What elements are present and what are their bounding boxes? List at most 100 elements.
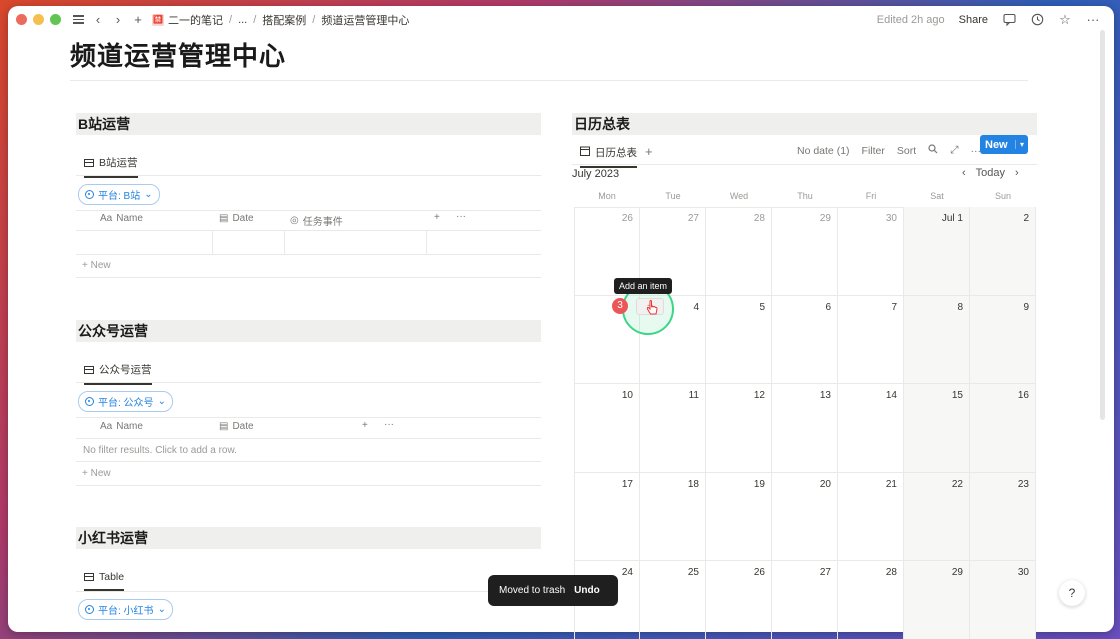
calendar-day-cell[interactable]: 23 (970, 472, 1036, 561)
minimize-window-button[interactable] (33, 14, 44, 25)
calendar-day-cell[interactable]: 28 (838, 561, 904, 639)
chevron-down-icon: ⌄ (157, 604, 166, 615)
column-name[interactable]: Aa Name (100, 421, 143, 432)
plus-icon[interactable]: + (132, 12, 144, 27)
calendar-day-cell[interactable]: 19 (706, 472, 772, 561)
table-top-line (76, 210, 541, 211)
back-icon[interactable]: ‹ (92, 12, 104, 27)
status-icon (85, 605, 94, 614)
breadcrumb-item-current[interactable]: 频道运营管理中心 (321, 12, 409, 28)
today-date-badge: 3 (612, 298, 628, 314)
calendar-day-cell[interactable]: 6 (772, 295, 838, 384)
add-column-button[interactable]: + (434, 212, 440, 223)
search-icon[interactable] (928, 144, 938, 157)
next-month-icon[interactable]: › (1015, 167, 1019, 179)
calendar-day-cell[interactable]: 28 (706, 207, 772, 296)
calendar-day-cell[interactable]: 30 (970, 561, 1036, 639)
calendar-day-cell[interactable]: 25 (640, 561, 706, 639)
calendar-day-cell[interactable]: 14 (838, 384, 904, 473)
calendar-day-cell[interactable]: 2 (970, 207, 1036, 296)
toast-message: Moved to trash (499, 585, 566, 596)
tab-divider (572, 164, 1037, 165)
calendar-day-cell[interactable]: 22 (904, 472, 970, 561)
calendar-day-cell[interactable]: 27 (772, 561, 838, 639)
no-date-button[interactable]: No date (1) (797, 145, 850, 157)
title-divider (70, 80, 1028, 81)
tab-label: 日历总表 (595, 147, 637, 159)
status-icon (85, 190, 94, 199)
calendar-day-cell[interactable]: 26 (706, 561, 772, 639)
calendar-day-cell[interactable]: 10 (574, 384, 640, 473)
favorite-star-icon[interactable]: ☆ (1058, 12, 1072, 27)
calendar-day-cell[interactable]: 30 (838, 207, 904, 296)
close-window-button[interactable] (16, 14, 27, 25)
new-button-label: New (985, 138, 1008, 151)
column-options-button[interactable]: ··· (384, 419, 394, 430)
add-column-button[interactable]: + (362, 420, 368, 431)
calendar-day-cell[interactable]: 18 (640, 472, 706, 561)
calendar-day-cell[interactable]: Jul 1 (904, 207, 970, 296)
xhs-filter-pill[interactable]: 平台: 小红书 ⌄ (78, 599, 173, 620)
calendar-day-cell[interactable]: 8 (904, 295, 970, 384)
gzh-new-row-button[interactable]: + New (82, 468, 111, 479)
comment-icon[interactable] (1002, 13, 1016, 27)
bili-filter-pill[interactable]: 平台: B站 ⌄ (78, 184, 160, 205)
calendar-day-cell[interactable]: 29 (904, 561, 970, 639)
breadcrumb: 🈲 二一的笔记 / ... / 搭配案例 / 频道运营管理中心 (152, 12, 409, 28)
more-icon[interactable]: ··· (1086, 12, 1100, 27)
column-options-button[interactable]: ··· (456, 211, 466, 222)
breadcrumb-item-cases[interactable]: 搭配案例 (262, 12, 306, 28)
filter-label: 平台: 小红书 (98, 606, 154, 617)
calendar-day-cell[interactable]: 16 (970, 384, 1036, 473)
column-date[interactable]: ▤ Date (219, 421, 254, 432)
col-divider (426, 230, 427, 254)
forward-icon[interactable]: › (112, 12, 124, 27)
calendar-day-cell[interactable]: 5 (706, 295, 772, 384)
breadcrumb-separator: / (229, 13, 233, 26)
row-line (76, 461, 541, 462)
calendar-day-cell[interactable]: 29 (772, 207, 838, 296)
table-icon (84, 573, 94, 581)
calendar-day-cell[interactable]: 12 (706, 384, 772, 473)
tab-xhs-table[interactable]: Table (84, 571, 125, 591)
gzh-section-heading: 公众号运营 (76, 320, 541, 342)
titlebar-actions: Edited 2h ago Share ☆ ··· (877, 6, 1100, 33)
column-date[interactable]: ▤ Date (219, 213, 254, 224)
page-emoji-icon: 🈲 (152, 13, 164, 26)
undo-button[interactable]: Undo (574, 585, 600, 596)
history-icon[interactable] (1030, 13, 1044, 27)
add-view-button[interactable]: + (645, 144, 653, 159)
zoom-window-button[interactable] (50, 14, 61, 25)
bili-new-row-button[interactable]: + New (82, 260, 111, 271)
calendar-day-cell[interactable]: 21 (838, 472, 904, 561)
calendar-day-cell[interactable]: 11 (640, 384, 706, 473)
prev-month-icon[interactable]: ‹ (962, 167, 966, 179)
today-button[interactable]: Today (976, 167, 1005, 179)
calendar-day-cell[interactable]: 20 (772, 472, 838, 561)
chevron-down-icon[interactable]: ▾ (1015, 140, 1028, 149)
sidebar-menu-icon[interactable] (73, 15, 84, 24)
calendar-toolbar: No date (1) Filter Sort ⤢ ··· (797, 144, 981, 157)
add-item-tooltip: Add an item (614, 278, 673, 294)
share-button[interactable]: Share (959, 14, 988, 26)
expand-icon[interactable]: ⤢ (950, 144, 958, 157)
calendar-day-cell[interactable]: 7 (838, 295, 904, 384)
gzh-filter-pill[interactable]: 平台: 公众号 ⌄ (78, 391, 173, 412)
titlebar: ‹ › + 🈲 二一的笔记 / ... / 搭配案例 / 频道运营管理中心 Ed… (8, 6, 1114, 33)
breadcrumb-item-notes[interactable]: 二一的笔记 (168, 12, 223, 28)
calendar-day-cell[interactable]: 17 (574, 472, 640, 561)
column-task[interactable]: ◎ 任务事件 (290, 213, 343, 228)
breadcrumb-item-ellipsis[interactable]: ... (238, 14, 247, 26)
calendar-day-cell[interactable]: 15 (904, 384, 970, 473)
header-line (76, 230, 541, 231)
calendar-day-cell[interactable]: 9 (970, 295, 1036, 384)
calendar-section-heading: 日历总表 (572, 113, 1037, 135)
help-button[interactable]: ? (1059, 580, 1085, 606)
calendar-day-cell[interactable]: 13 (772, 384, 838, 473)
empty-results-message[interactable]: No filter results. Click to add a row. (83, 445, 237, 456)
scrollbar[interactable] (1100, 30, 1105, 420)
sort-button[interactable]: Sort (897, 145, 916, 157)
filter-button[interactable]: Filter (862, 145, 885, 157)
column-name[interactable]: Aa Name (100, 213, 143, 224)
new-item-button[interactable]: New ▾ (980, 135, 1028, 154)
